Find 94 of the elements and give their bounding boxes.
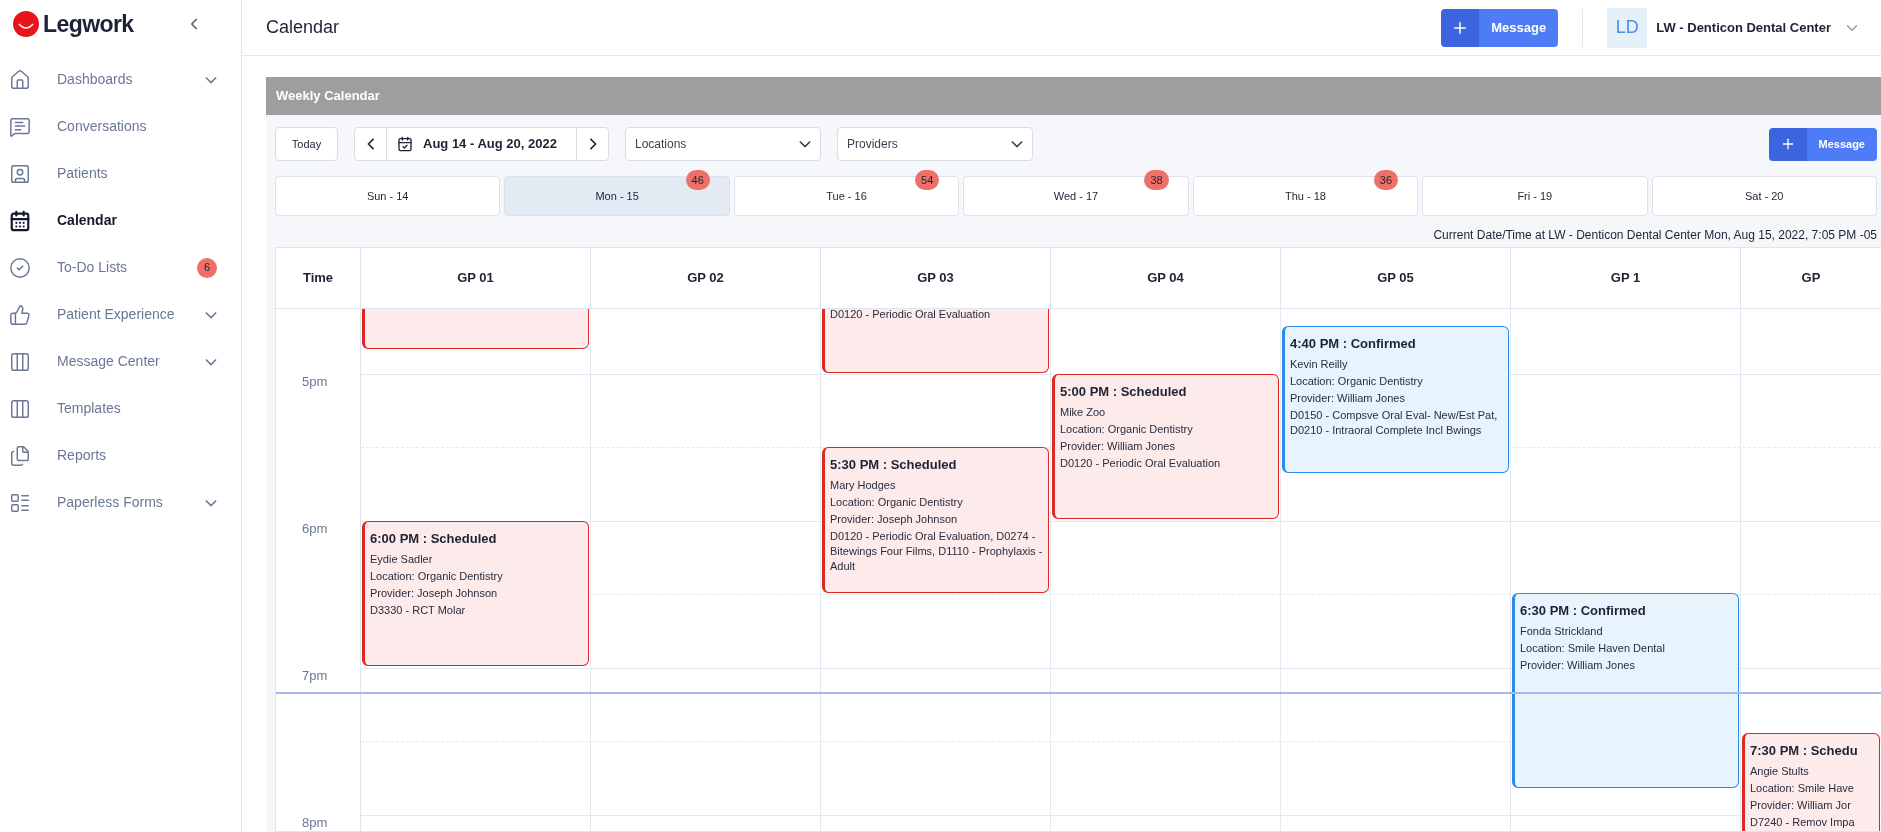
sidebar-item[interactable]: Dashboards (0, 56, 241, 103)
sidebar-item[interactable]: Templates (0, 385, 241, 432)
appointment-detail: D0120 - Periodic Oral Evaluation, D0274 - Bitewings Four Films, D1110 - Prophylaxis - Adult (830, 528, 1043, 574)
appointment-detail: Location: Organic Dentistry (1060, 421, 1194, 437)
appointment-detail: Provider: William Jones (1520, 657, 1636, 673)
appointment-title: 6:00 PM : Scheduled (370, 530, 498, 548)
appointment-detail: Location: Organic Dentistry (830, 494, 964, 510)
sidebar-item[interactable]: Paperless Forms (0, 479, 241, 526)
brand-name: Legwork (43, 9, 134, 39)
appointment-card[interactable]: 6:30 PM : Confirmed Fonda Strickland Location: Smile Haven Dental Provider: William Jones (1512, 593, 1739, 788)
appointment-detail: Location: Organic Dentistry (1290, 373, 1424, 389)
list-icon (9, 491, 31, 514)
appointment-detail: D0120 - Periodic Oral Evaluation (830, 309, 992, 322)
chevron-down-icon (205, 310, 217, 319)
sidebar-item[interactable]: To-Do Lists 6 (0, 244, 241, 291)
appointment-title: 5:00 PM : Scheduled (1060, 383, 1188, 401)
account-name[interactable]: LW - Denticon Dental Center (1656, 17, 1831, 38)
check-circle-icon (9, 256, 31, 279)
count-badge: 38 (1144, 170, 1169, 190)
panel-header: Weekly Calendar (266, 77, 1881, 115)
sidebar-item[interactable]: Calendar (0, 197, 241, 244)
time-label: 5pm (302, 373, 328, 391)
sidebar-item[interactable]: Conversations (0, 103, 241, 150)
appointment-title: 5:30 PM : Scheduled (830, 456, 958, 474)
time-label: 8pm (302, 814, 328, 831)
appointment-detail: D7240 - Remov Impa (1750, 814, 1856, 830)
page-title: Calendar (266, 16, 341, 39)
chevron-down-icon (799, 140, 811, 148)
appointment-card[interactable]: 5:30 PM : Scheduled Mary Hodges Location: Organic Dentistry Provider: Joseph Johnson D0120 - Periodic Oral Evaluation, D0274 - Bitewings Four Films, D1110 - Prophylaxis - Adult (822, 447, 1049, 593)
appointment-detail: Kevin Reilly (1290, 356, 1349, 372)
appointment-detail: Angie Stults (1750, 763, 1810, 779)
day-tab[interactable]: Sat - 20 (1651, 176, 1877, 216)
column-header: Time (276, 248, 361, 308)
today-button[interactable]: Today (275, 127, 338, 161)
appointment-detail: Fonda Strickland (1520, 623, 1604, 639)
day-tab[interactable]: Fri - 19 (1422, 176, 1648, 216)
column-header: GP 04 (1051, 248, 1281, 308)
appointment-detail: Location: Organic Dentistry (370, 568, 504, 584)
count-badge: 54 (915, 170, 940, 190)
time-label: 6pm (302, 520, 328, 538)
chevron-left-icon (366, 138, 375, 150)
chevron-down-icon (1011, 140, 1023, 148)
documents-icon (9, 444, 31, 467)
appointment-detail: Provider: William Jones (1290, 390, 1406, 406)
appointment-detail: D0120 - Periodic Oral Evaluation (1060, 455, 1222, 471)
appointment-card[interactable]: 7:30 PM : Schedu Angie Stults Location: Smile Have Provider: William Jor D7240 - Remov Impa (1742, 733, 1880, 831)
appointment-card[interactable]: 5:00 PM : Scheduled Mike Zoo Location: Organic Dentistry Provider: William Jones D0120 - Periodic Oral Evaluation (1052, 374, 1279, 519)
appointment-detail: Provider: William Jor (1750, 797, 1852, 813)
sidebar-item[interactable]: Reports (0, 432, 241, 479)
table-icon (9, 350, 31, 373)
column-header: GP (1741, 248, 1881, 308)
appointment-title: 7:30 PM : Schedu (1750, 742, 1859, 760)
sidebar-item[interactable]: Message Center (0, 338, 241, 385)
appointment-detail: Provider: Joseph Johnson (830, 511, 959, 527)
chevron-down-icon (205, 498, 217, 507)
count-badge: 46 (685, 170, 710, 190)
column-header: GP 03 (821, 248, 1051, 308)
column-header: GP 02 (591, 248, 821, 308)
person-card-icon (9, 162, 31, 185)
appointment-detail: Location: Smile Haven Dental (1520, 640, 1666, 656)
appointment-card[interactable]: D0120 - Periodic Oral Evaluation (822, 309, 1049, 373)
chat-icon (9, 115, 31, 138)
time-label: 7pm (302, 667, 328, 685)
day-tab[interactable]: Sun - 14 (275, 176, 501, 216)
calendar-icon (9, 209, 31, 232)
column-header: GP 01 (361, 248, 591, 308)
locations-dropdown[interactable]: Locations (625, 127, 821, 161)
chevron-down-icon (205, 357, 217, 366)
sidebar-item[interactable]: Patients (0, 150, 241, 197)
sidebar-item[interactable]: Patient Experience (0, 291, 241, 338)
appointment-card[interactable]: 6:00 PM : Scheduled Eydie Sadler Location: Organic Dentistry Provider: Joseph Johnson D3330 - RCT Molar (362, 521, 589, 666)
appointment-detail: Location: Smile Have (1750, 780, 1855, 796)
calendar-icon (397, 136, 413, 152)
appointment-detail: Eydie Sadler (370, 551, 434, 567)
home-icon (9, 68, 31, 91)
chevron-down-icon (205, 75, 217, 84)
appointment-detail: D3330 - RCT Molar (370, 602, 467, 618)
appointment-card[interactable]: 4:40 PM : Confirmed Kevin Reilly Location: Organic Dentistry Provider: William Jones D0150 - Compsve Oral Eval- New/Est Pat, D0210 - Intraoral Complete Incl Bwings (1282, 326, 1509, 473)
appointment-detail: Provider: William Jones (1060, 438, 1176, 454)
table-icon (9, 397, 31, 420)
providers-dropdown[interactable]: Providers (837, 127, 1033, 161)
appointment-detail: Mike Zoo (1060, 404, 1107, 420)
appointment-detail: Mary Hodges (830, 477, 897, 493)
appointment-detail: D0150 - Compsve Oral Eval- New/Est Pat, D0210 - Intraoral Complete Incl Bwings (1290, 407, 1499, 438)
appointment-title: 6:30 PM : Confirmed (1520, 602, 1647, 620)
logo-icon (13, 11, 39, 37)
current-datetime: Current Date/Time at LW - Denticon Dental Center Mon, Aug 15, 2022, 7:05 PM -05 (1433, 227, 1877, 244)
count-badge: 6 (197, 257, 217, 278)
thumbs-up-icon (9, 303, 31, 326)
appointment-title: 4:40 PM : Confirmed (1290, 335, 1417, 353)
appointment-detail: Provider: Joseph Johnson (370, 585, 499, 601)
chevron-right-icon (588, 138, 597, 150)
column-header: GP 05 (1281, 248, 1511, 308)
column-header: GP 1 (1511, 248, 1741, 308)
